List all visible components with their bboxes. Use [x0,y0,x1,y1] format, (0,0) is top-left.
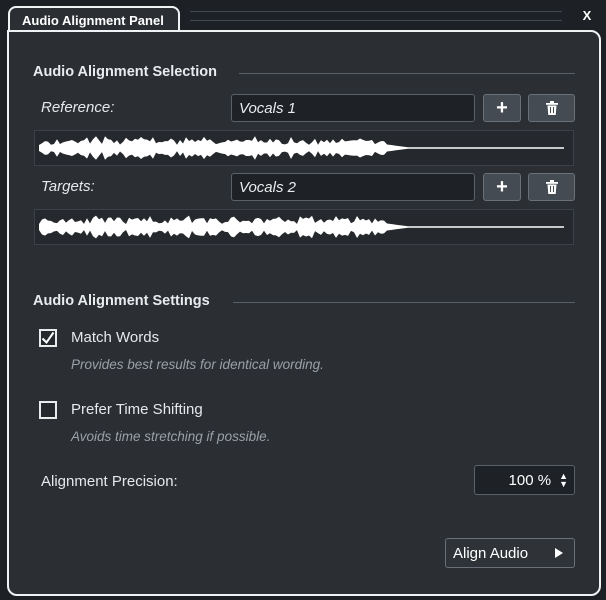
panel-title: Audio Alignment Panel [22,12,164,28]
alignment-precision-label: Alignment Precision: [41,473,178,490]
prefer-time-shifting-checkbox[interactable] [39,401,57,419]
panel-tab[interactable]: Audio Alignment Panel [8,6,180,32]
selection-section-title: Audio Alignment Selection [33,64,217,80]
delete-reference-button[interactable] [528,94,575,122]
add-reference-button[interactable]: + [483,94,521,122]
reference-label: Reference: [41,99,115,116]
prefer-time-shifting-hint: Avoids time stretching if possible. [71,429,271,444]
settings-section-title: Audio Alignment Settings [33,293,210,309]
align-audio-label: Align Audio [453,544,529,562]
reference-waveform [34,130,574,166]
trash-icon [545,180,558,194]
play-triangle-icon [555,548,563,558]
align-audio-button[interactable]: Align Audio [445,538,575,568]
delete-target-button[interactable] [528,173,575,201]
alignment-precision-value: 100 % [508,471,552,489]
match-words-checkbox[interactable] [39,329,57,347]
targets-field[interactable]: Vocals 2 [231,173,475,201]
section-divider [233,302,575,303]
audio-alignment-panel: Audio Alignment Selection Reference: Voc… [7,30,601,596]
spin-arrows[interactable]: ▲ ▼ [559,472,568,489]
match-words-label[interactable]: Match Words [71,329,159,346]
section-divider [239,73,575,74]
reference-field[interactable]: Vocals 1 [231,94,475,122]
match-words-hint: Provides best results for identical word… [71,357,324,372]
drag-grip-line[interactable] [190,20,562,21]
targets-label: Targets: [41,178,95,195]
decrement-arrow-icon[interactable]: ▼ [559,480,568,489]
drag-grip-line[interactable] [190,11,562,12]
add-target-button[interactable]: + [483,173,521,201]
alignment-precision-spinbox[interactable]: 100 % ▲ ▼ [474,465,575,495]
close-button[interactable]: X [578,8,596,24]
title-bar: Audio Alignment Panel X [0,0,606,32]
checkmark-icon [41,331,55,345]
trash-icon [545,101,558,115]
plus-icon: + [496,97,508,119]
prefer-time-shifting-label[interactable]: Prefer Time Shifting [71,401,203,418]
target-waveform [34,209,574,245]
plus-icon: + [496,176,508,198]
